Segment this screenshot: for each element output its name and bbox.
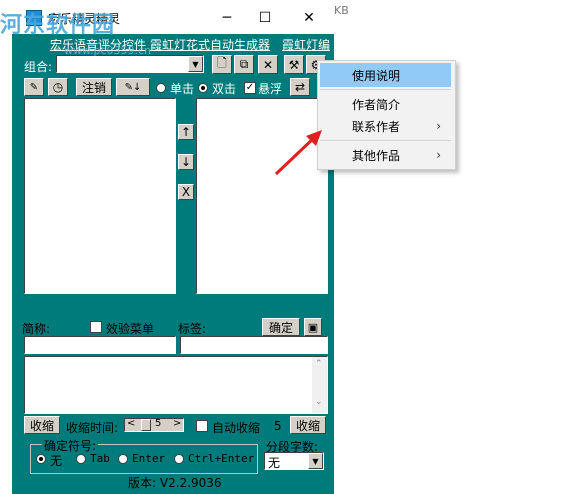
- menu-separator: [320, 140, 451, 141]
- link-icon[interactable]: ⇄: [290, 78, 310, 96]
- version-text: 版本: V2.2.9036: [128, 476, 222, 490]
- chevron-down-icon[interactable]: ▼: [188, 56, 203, 72]
- single-click-radio[interactable]: [156, 83, 166, 93]
- symbol-none-label: 无: [50, 454, 63, 468]
- undo-button[interactable]: 注销: [76, 78, 112, 96]
- watermark: 河东软件园: [0, 13, 116, 38]
- symbol-ctrl-enter-radio[interactable]: [174, 454, 184, 464]
- menu-item-label: 使用说明: [352, 68, 401, 83]
- menu-item-label: 联系作者: [352, 119, 401, 134]
- double-click-radio[interactable]: [198, 83, 208, 93]
- copy-icon[interactable]: ⧉: [234, 55, 254, 74]
- symbol-tab-label: Tab: [90, 452, 110, 465]
- group-label: 组合:: [24, 60, 53, 74]
- menu-item-author-intro[interactable]: 作者简介: [320, 92, 451, 116]
- collapse-left-button[interactable]: 收缩: [24, 416, 60, 434]
- maximize-button[interactable]: ☐: [246, 4, 284, 32]
- spin-thumb[interactable]: [141, 419, 151, 431]
- auto-collapse-value: 5: [274, 419, 282, 433]
- content-textarea[interactable]: ⌃ ⌄: [24, 356, 328, 414]
- spin-right-icon[interactable]: >: [173, 418, 181, 429]
- scroll-up-icon[interactable]: ⌃: [315, 359, 323, 369]
- clock-icon[interactable]: ◷: [48, 78, 68, 96]
- link-neon-editor[interactable]: 霞虹灯编: [282, 36, 330, 53]
- save-icon[interactable]: ▣: [304, 318, 322, 336]
- abbr-input[interactable]: [24, 336, 176, 354]
- segment-select[interactable]: 无 ▼: [264, 452, 324, 470]
- abbr-label: 简称:: [22, 322, 51, 336]
- collapse-time-label: 收缩时间:: [66, 421, 119, 435]
- menu-item-label: 其他作品: [352, 148, 401, 163]
- chevron-right-icon: ›: [436, 148, 441, 162]
- minimize-button[interactable]: ─: [208, 4, 246, 32]
- float-label: 悬浮: [258, 82, 283, 96]
- move-down-button[interactable]: ↓: [178, 154, 194, 170]
- menu-separator: [320, 89, 451, 90]
- move-down-edit-icon[interactable]: ✎↓: [116, 78, 150, 96]
- verify-menu-checkbox[interactable]: [90, 321, 102, 333]
- symbol-enter-radio[interactable]: [118, 454, 128, 464]
- spin-left-icon[interactable]: <: [127, 418, 135, 429]
- tag-label: 标签:: [178, 322, 207, 336]
- link-neon-generator[interactable]: 霞虹灯花式自动生成器: [150, 36, 270, 53]
- symbol-tab-radio[interactable]: [76, 454, 86, 464]
- menu-item-label: 作者简介: [352, 97, 401, 112]
- new-file-icon[interactable]: 🗋: [212, 55, 232, 74]
- side-text: KB: [334, 4, 349, 17]
- edit-icon[interactable]: ✎: [24, 78, 44, 96]
- confirm-button[interactable]: 确定: [262, 318, 300, 336]
- symbol-ctrl-enter-label: Ctrl+Enter: [188, 452, 255, 465]
- float-checkbox[interactable]: ✓: [244, 82, 256, 94]
- remove-button[interactable]: X: [178, 184, 194, 200]
- tools-icon[interactable]: ⚒: [284, 55, 304, 74]
- annotation-arrow-icon: [274, 130, 322, 176]
- app-window: 宏乐精灵精灵 ─ ☐ ✕ 宏乐语音评分控件 霞虹灯花式自动生成器 霞虹灯编 组合…: [12, 0, 334, 494]
- auto-collapse-label: 自动收缩: [212, 421, 261, 435]
- verify-menu-label: 效验菜单: [106, 322, 155, 336]
- delete-icon[interactable]: ✕: [258, 55, 278, 74]
- single-click-label: 单击: [170, 82, 195, 96]
- chevron-right-icon: ›: [436, 119, 441, 133]
- symbol-enter-label: Enter: [132, 452, 166, 465]
- close-button[interactable]: ✕: [290, 4, 328, 32]
- symbol-none-radio[interactable]: [36, 454, 46, 464]
- menu-item-usage[interactable]: 使用说明: [320, 63, 451, 87]
- chevron-down-icon[interactable]: ▼: [308, 453, 323, 469]
- left-list[interactable]: [24, 98, 176, 294]
- menu-item-contact-author[interactable]: 联系作者 ›: [320, 114, 451, 138]
- group-combobox[interactable]: ▼: [56, 55, 204, 73]
- move-up-button[interactable]: ↑: [178, 124, 194, 140]
- double-click-label: 双击: [212, 82, 237, 96]
- textarea-scrollbar[interactable]: ⌃ ⌄: [312, 357, 327, 413]
- client-area: 宏乐语音评分控件 霞虹灯花式自动生成器 霞虹灯编 组合: ▼ 🗋 ⧉ ✕ ⚒ ⚙…: [12, 34, 334, 494]
- tag-input[interactable]: [180, 336, 328, 354]
- collapse-time-spinner[interactable]: < 5 >: [124, 418, 184, 432]
- auto-collapse-checkbox[interactable]: [196, 420, 208, 432]
- watermark-url: www.pc0359.cn: [64, 44, 152, 57]
- collapse-right-button[interactable]: 收缩: [290, 416, 326, 434]
- context-menu: 使用说明 作者简介 联系作者 › 其他作品 ›: [317, 60, 456, 170]
- menu-item-other-works[interactable]: 其他作品 ›: [320, 143, 451, 167]
- scroll-down-icon[interactable]: ⌄: [315, 397, 323, 407]
